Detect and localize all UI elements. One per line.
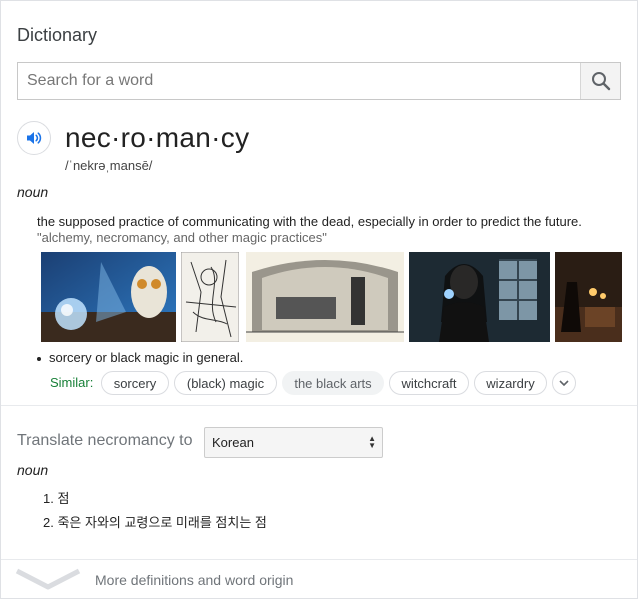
- language-select-value: Korean: [212, 435, 254, 450]
- example-sentence: "alchemy, necromancy, and other magic pr…: [37, 230, 327, 245]
- similar-chip[interactable]: witchcraft: [389, 371, 469, 395]
- similar-chip[interactable]: the black arts: [282, 371, 384, 395]
- part-of-speech: noun: [17, 184, 49, 200]
- similar-chip[interactable]: wizardry: [474, 371, 547, 395]
- bullet-dot: [37, 356, 41, 361]
- footer-divider: [1, 559, 637, 560]
- search-input[interactable]: [18, 63, 580, 99]
- search-icon: [591, 72, 610, 91]
- translation-part-of-speech: noun: [17, 462, 49, 478]
- pronounce-button[interactable]: [17, 121, 51, 155]
- image-crystal-ball-owl[interactable]: [41, 252, 176, 342]
- select-arrows-icon: ▲ ▼: [368, 434, 376, 450]
- headword: nec·ro·man·cy: [65, 122, 250, 153]
- dictionary-card: Dictionary nec·ro·man·cy /ˈnekrəˌmansē/ …: [0, 0, 638, 599]
- search-bar: [17, 62, 621, 100]
- similar-chip[interactable]: (black) magic: [174, 371, 277, 395]
- translation-list: 1. 점 2. 죽은 자와의 교령으로 미래를 점치는 점: [43, 488, 267, 536]
- phonetic: /ˈnekrəˌmansē/: [65, 158, 153, 173]
- search-button[interactable]: [580, 63, 620, 99]
- speaker-icon: [27, 132, 42, 144]
- sub-definition: sorcery or black magic in general.: [37, 350, 243, 365]
- language-select[interactable]: Korean ▲ ▼: [204, 427, 383, 458]
- similar-chip[interactable]: sorcery: [101, 371, 169, 395]
- image-ritual-room[interactable]: [555, 252, 622, 342]
- image-sorceress[interactable]: [409, 252, 550, 342]
- similar-label: Similar:: [50, 375, 94, 390]
- section-divider: [1, 405, 637, 406]
- card-title: Dictionary: [17, 25, 98, 45]
- definition: the supposed practice of communicating w…: [37, 214, 582, 229]
- translation-item: 2. 죽은 자와의 교령으로 미래를 점치는 점: [43, 515, 267, 530]
- image-engraving-crypt[interactable]: [246, 252, 404, 342]
- image-woodcut[interactable]: [181, 252, 239, 342]
- translation-item: 1. 점: [43, 491, 70, 506]
- translate-label: Translate necromancy to: [17, 432, 193, 449]
- chevron-down-icon: [559, 380, 569, 387]
- more-definitions-link[interactable]: More definitions and word origin: [95, 572, 293, 588]
- sub-definition-text: sorcery or black magic in general.: [49, 350, 244, 365]
- expand-similar-button[interactable]: [552, 371, 576, 395]
- expand-chevron-icon[interactable]: [15, 567, 81, 596]
